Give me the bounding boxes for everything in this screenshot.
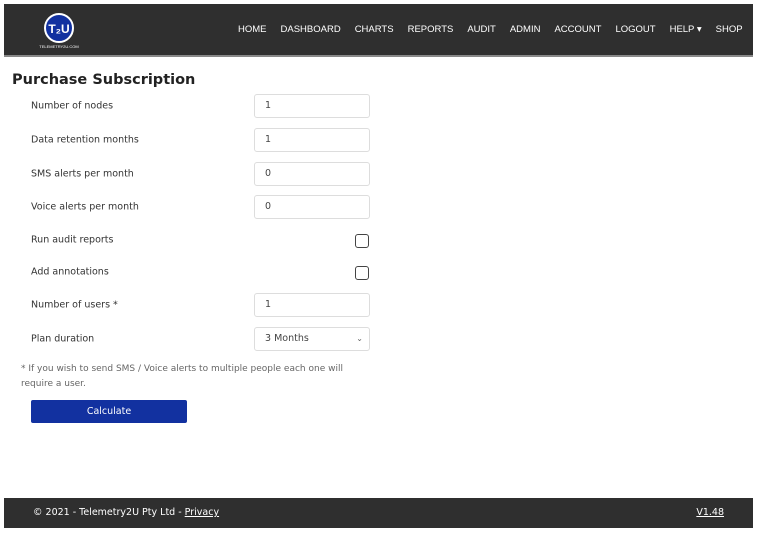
audit-label: Run audit reports: [31, 234, 114, 246]
nav-reports[interactable]: REPORTS: [408, 24, 454, 35]
row-users: Number of users * 1: [31, 293, 370, 317]
copyright-text: © 2021 - Telemetry2U Pty Ltd -: [33, 507, 185, 518]
nav-charts[interactable]: CHARTS: [355, 24, 394, 35]
nav-admin[interactable]: ADMIN: [510, 24, 541, 35]
duration-value: 3 Months: [265, 333, 309, 344]
navbar: T₂U TELEMETRY2U.COM HOME DASHBOARD CHART…: [4, 4, 753, 57]
telemetry2u-logo[interactable]: T₂U TELEMETRY2U.COM: [34, 10, 84, 50]
nav-shop[interactable]: SHOP: [716, 24, 743, 35]
nav-audit[interactable]: AUDIT: [467, 24, 496, 35]
nav-logout[interactable]: LOGOUT: [615, 24, 655, 35]
duration-label: Plan duration: [31, 333, 95, 345]
svg-text:T₂U: T₂U: [48, 22, 69, 36]
retention-input[interactable]: 1: [254, 128, 370, 152]
annotations-label: Add annotations: [31, 266, 109, 278]
voice-label: Voice alerts per month: [31, 201, 139, 213]
users-note: * If you wish to send SMS / Voice alerts…: [21, 364, 343, 389]
audit-checkbox[interactable]: [355, 234, 369, 248]
row-audit: Run audit reports: [31, 230, 370, 250]
nav-dashboard[interactable]: DASHBOARD: [281, 24, 341, 35]
row-retention: Data retention months 1: [31, 128, 370, 152]
nav-help-dropdown[interactable]: HELP ▾: [670, 24, 702, 35]
duration-select[interactable]: 3 Months ⌄: [254, 327, 370, 351]
chevron-down-icon: ⌄: [356, 334, 363, 343]
footer: © 2021 - Telemetry2U Pty Ltd - Privacy V…: [4, 498, 753, 528]
voice-input[interactable]: 0: [254, 195, 370, 219]
nodes-label: Number of nodes: [31, 100, 114, 112]
retention-label: Data retention months: [31, 134, 139, 146]
calculate-button[interactable]: Calculate: [31, 400, 187, 423]
version-link[interactable]: V1.48: [696, 507, 724, 518]
row-sms: SMS alerts per month 0: [31, 162, 370, 186]
row-duration: Plan duration 3 Months ⌄: [31, 327, 370, 351]
sms-input[interactable]: 0: [254, 162, 370, 186]
svg-text:TELEMETRY2U.COM: TELEMETRY2U.COM: [39, 44, 79, 49]
nav-account[interactable]: ACCOUNT: [554, 24, 601, 35]
page-title: Purchase Subscription: [12, 72, 196, 88]
annotations-checkbox[interactable]: [355, 266, 369, 280]
nav-home[interactable]: HOME: [238, 24, 267, 35]
footer-copyright: © 2021 - Telemetry2U Pty Ltd - Privacy: [33, 507, 219, 518]
row-annotations: Add annotations: [31, 262, 370, 282]
privacy-link[interactable]: Privacy: [185, 507, 219, 518]
row-nodes: Number of nodes 1: [31, 94, 370, 118]
nodes-input[interactable]: 1: [254, 94, 370, 118]
users-input[interactable]: 1: [254, 293, 370, 317]
row-voice: Voice alerts per month 0: [31, 195, 370, 219]
users-label: Number of users *: [31, 299, 118, 311]
sms-label: SMS alerts per month: [31, 168, 134, 180]
